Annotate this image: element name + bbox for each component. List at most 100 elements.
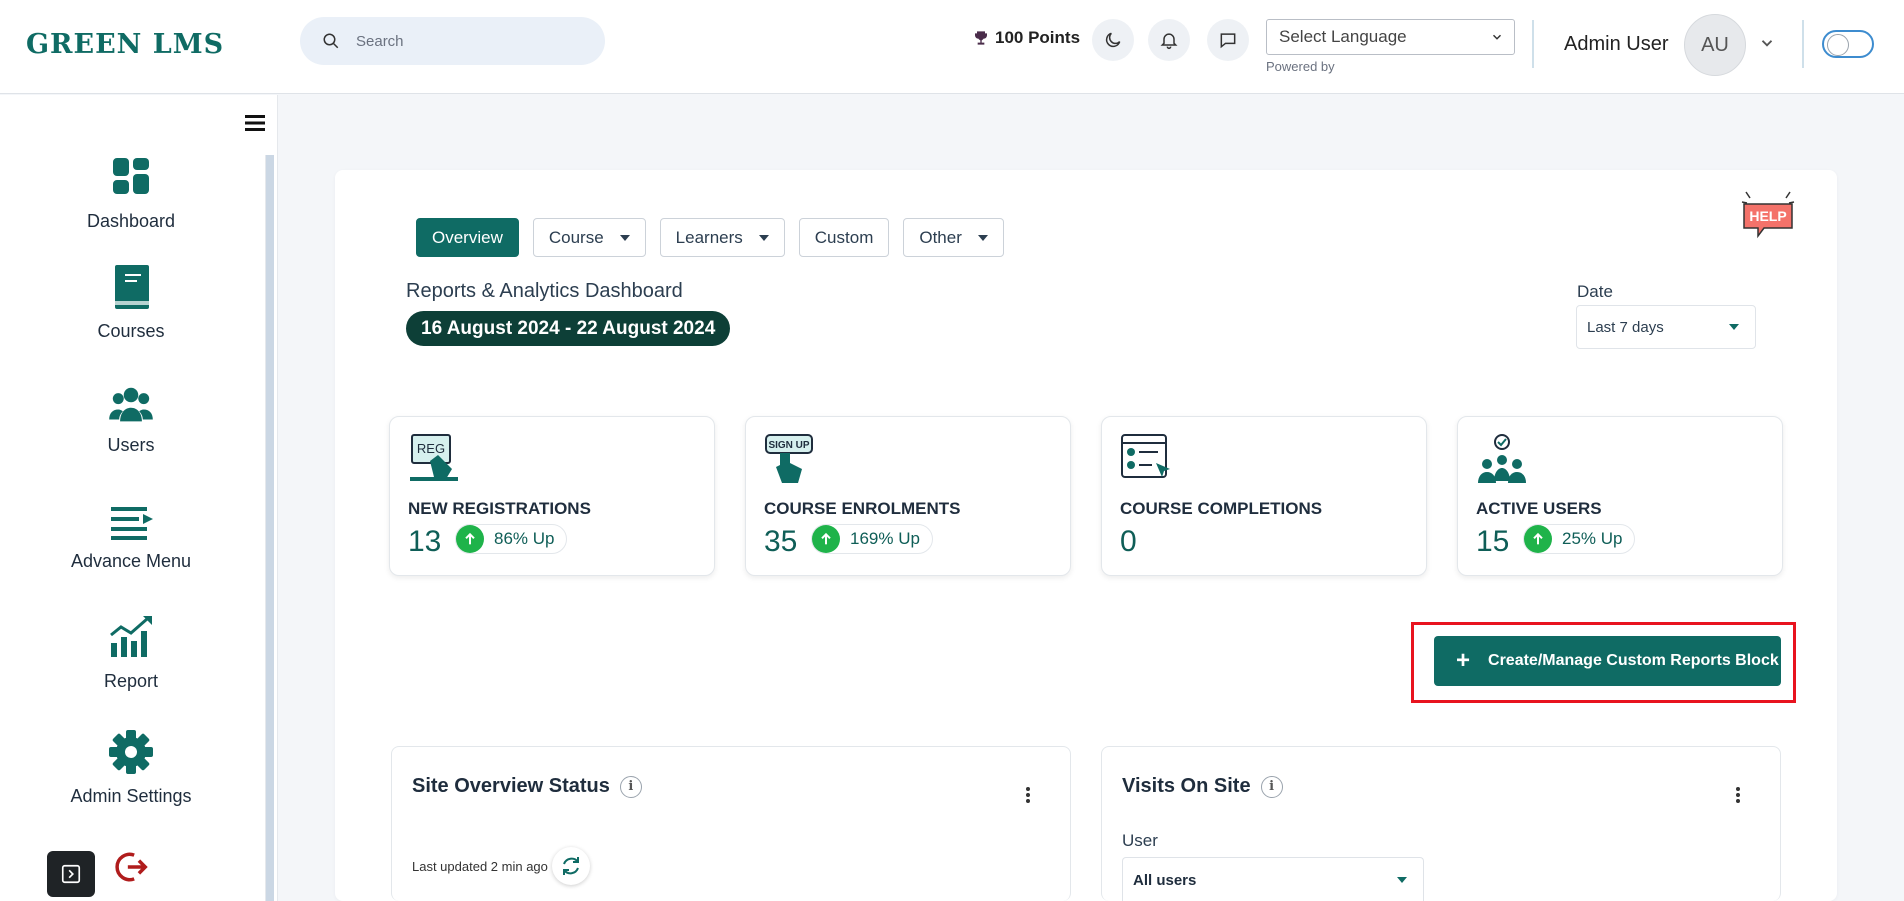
sidebar-item-dashboard[interactable]: Dashboard — [0, 153, 262, 232]
plus-icon: + — [1456, 647, 1471, 674]
refresh-icon — [562, 857, 579, 875]
search-icon — [323, 33, 339, 49]
expand-panel-button[interactable] — [47, 851, 95, 897]
tab-label: Other — [919, 227, 962, 247]
sidebar-item-report[interactable]: Report — [0, 613, 262, 692]
chat-icon — [1220, 33, 1236, 49]
stat-card-enrolments: SIGN UP COURSE ENROLMENTS 35 169% Up — [745, 416, 1071, 576]
trophy-icon — [975, 31, 987, 45]
refresh-button[interactable] — [551, 847, 590, 885]
sidebar: Dashboard Courses Users Advance Menu Rep… — [0, 95, 278, 901]
tab-label: Learners — [675, 227, 743, 247]
sidebar-item-courses[interactable]: Courses — [0, 263, 262, 342]
hamburger-icon[interactable] — [245, 115, 265, 131]
user-filter-label: User — [1122, 831, 1158, 850]
info-icon[interactable]: i — [1260, 775, 1283, 798]
moon-icon — [1105, 32, 1121, 48]
language-select[interactable]: Select Language — [1266, 19, 1515, 55]
bell-icon — [1160, 33, 1178, 50]
tab-label: Overview — [432, 227, 503, 247]
stat-name: COURSE ENROLMENTS — [764, 499, 961, 518]
theme-toggle[interactable] — [1822, 30, 1874, 58]
tab-learners[interactable]: Learners — [659, 218, 785, 257]
date-range-badge: 16 August 2024 - 22 August 2024 — [406, 311, 731, 346]
stat-name: COURSE COMPLETIONS — [1120, 499, 1323, 518]
gear-icon — [109, 730, 153, 774]
divider — [1802, 20, 1804, 68]
caret-down-icon — [758, 234, 769, 241]
sidebar-item-label: Report — [103, 671, 159, 691]
points-badge[interactable]: 100 Points — [973, 28, 1080, 48]
book-icon — [115, 265, 149, 309]
sidebar-item-admin-settings[interactable]: Admin Settings — [0, 728, 262, 807]
report-tabs: Overview Course Learners Custom Other — [416, 218, 1004, 257]
dashboard-icon — [113, 158, 149, 194]
sidebar-item-label: Advance Menu — [70, 551, 192, 571]
stat-card-completions: COURSE COMPLETIONS 0 — [1101, 416, 1427, 576]
trend-label: 169% Up — [850, 529, 920, 548]
user-name[interactable]: Admin User — [1564, 33, 1668, 56]
caret-down-icon — [1729, 324, 1739, 330]
date-select[interactable]: Last 7 days — [1576, 305, 1756, 349]
sidebar-item-label: Users — [107, 435, 155, 455]
tab-course[interactable]: Course — [532, 218, 646, 257]
trend-label: 25% Up — [1562, 529, 1623, 548]
caret-down-icon — [619, 234, 630, 241]
create-button-label: Create/Manage Custom Reports Block — [1488, 652, 1779, 669]
caret-down-icon — [1397, 877, 1407, 883]
dark-mode-button[interactable] — [1092, 19, 1134, 61]
svg-text:SIGN UP: SIGN UP — [768, 440, 809, 451]
trend-badge: 25% Up — [1523, 524, 1636, 554]
tab-custom[interactable]: Custom — [798, 218, 890, 257]
powered-by: Powered by — [1266, 59, 1335, 74]
trend-badge: 169% Up — [811, 524, 933, 554]
kebab-menu-icon[interactable] — [1736, 787, 1740, 803]
signup-icon: SIGN UP — [765, 434, 813, 483]
help-label: HELP — [1749, 208, 1786, 224]
sidebar-item-advance-menu[interactable]: Advance Menu — [0, 503, 262, 572]
sidebar-item-label: Dashboard — [86, 211, 176, 231]
avatar[interactable]: AU — [1684, 14, 1746, 76]
logout-icon[interactable] — [112, 848, 150, 886]
date-select-value: Last 7 days — [1587, 318, 1664, 336]
active-users-icon — [1478, 434, 1526, 483]
info-icon[interactable]: i — [619, 775, 642, 798]
page-title: Reports & Analytics Dashboard — [406, 280, 683, 302]
language-select-value: Select Language — [1279, 27, 1407, 46]
advance-menu-icon — [111, 507, 153, 540]
arrow-up-icon — [456, 525, 484, 553]
stat-card-active-users: ACTIVE USERS 15 25% Up — [1457, 416, 1783, 576]
kebab-menu-icon[interactable] — [1026, 787, 1030, 803]
points-label: 100 Points — [995, 28, 1081, 47]
last-updated: Last updated 2 min ago — [412, 847, 590, 885]
search-input[interactable] — [356, 32, 576, 50]
panel-title-text: Visits On Site — [1122, 775, 1251, 797]
tab-label: Custom — [814, 227, 874, 247]
sidebar-scrollbar[interactable] — [265, 155, 274, 901]
panel-expand-icon — [61, 864, 81, 884]
completion-icon — [1121, 434, 1170, 478]
stat-value: 13 — [408, 525, 442, 558]
stat-name: NEW REGISTRATIONS — [408, 499, 591, 518]
sidebar-item-label: Admin Settings — [70, 786, 192, 806]
panel-title: Site Overview Status i — [412, 775, 642, 798]
top-bar: GREEN LMS 100 Points Select Language Pow… — [0, 0, 1904, 94]
user-filter-value: All users — [1133, 871, 1197, 889]
tab-overview[interactable]: Overview — [416, 218, 519, 257]
trend-label: 86% Up — [494, 529, 555, 548]
user-filter-select[interactable]: All users — [1122, 857, 1424, 901]
stat-value: 0 — [1120, 525, 1137, 558]
stat-name: ACTIVE USERS — [1476, 499, 1602, 518]
search-box[interactable] — [300, 17, 605, 65]
date-label: Date — [1577, 282, 1613, 301]
logo-text: GREEN LMS — [26, 28, 225, 60]
help-icon[interactable]: HELP — [1738, 188, 1798, 248]
logo[interactable]: GREEN LMS — [26, 24, 224, 64]
user-menu-chevron-icon[interactable] — [1758, 34, 1776, 52]
create-custom-reports-button[interactable]: + Create/Manage Custom Reports Block — [1434, 636, 1781, 686]
report-icon — [110, 616, 152, 657]
sidebar-item-users[interactable]: Users — [0, 385, 262, 456]
notifications-button[interactable] — [1148, 19, 1190, 61]
tab-other[interactable]: Other — [903, 218, 1004, 257]
messages-button[interactable] — [1207, 19, 1249, 61]
